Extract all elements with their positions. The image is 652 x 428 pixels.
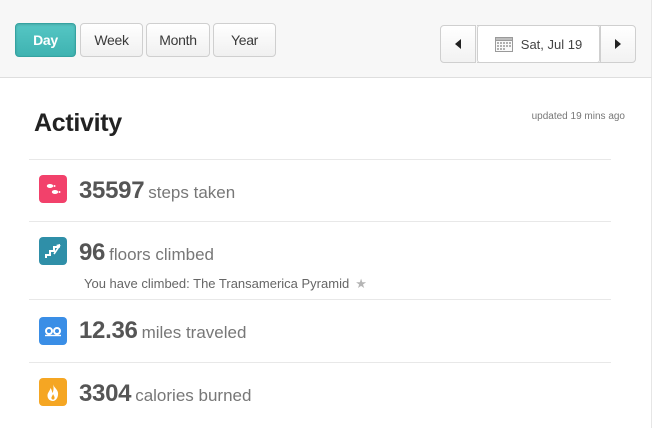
date-picker[interactable]: Sat, Jul 19 <box>477 25 600 63</box>
range-month-button[interactable]: Month <box>146 23 210 57</box>
activity-card: Activity updated 19 mins ago 35597 steps … <box>0 78 652 428</box>
card-title: Activity <box>34 109 122 137</box>
achievement-text: You have climbed: The Transamerica Pyram… <box>84 276 350 291</box>
chevron-right-icon <box>615 39 621 49</box>
star-icon[interactable]: ★ <box>355 276 367 291</box>
distance-label: miles traveled <box>141 323 247 342</box>
chevron-left-icon <box>455 39 461 49</box>
previous-day-button[interactable] <box>440 25 476 63</box>
date-label: Sat, Jul 19 <box>520 36 583 52</box>
stat-row-steps[interactable]: 35597 steps taken <box>29 160 611 222</box>
distance-icon <box>39 317 67 345</box>
flame-icon <box>39 378 67 406</box>
stat-row-calories[interactable]: 3304 calories burned <box>29 363 611 425</box>
calendar-icon <box>494 37 513 52</box>
stat-line-calories: 3304 calories burned <box>79 380 251 408</box>
stat-row-distance[interactable]: 12.36 miles traveled <box>29 300 611 362</box>
steps-label: steps taken <box>148 183 236 202</box>
floors-value: 96 <box>79 239 106 266</box>
range-year-button[interactable]: Year <box>213 23 276 57</box>
stat-line-distance: 12.36 miles traveled <box>79 317 246 345</box>
activity-dashboard: Day Week Month Year Sat, Jul 19 Activity… <box>0 0 652 428</box>
stat-row-floors[interactable]: 96 floors climbed You have climbed: The T… <box>29 222 611 300</box>
toolbar: Day Week Month Year Sat, Jul 19 <box>0 0 652 78</box>
stairs-icon <box>39 237 67 265</box>
steps-value: 35597 <box>79 177 145 204</box>
range-day-button[interactable]: Day <box>15 23 76 57</box>
range-week-button[interactable]: Week <box>80 23 143 57</box>
floors-achievement: You have climbed: The Transamerica Pyram… <box>84 276 367 292</box>
stat-line-floors: 96 floors climbed <box>79 239 214 267</box>
footsteps-icon <box>39 175 67 203</box>
floors-label: floors climbed <box>109 245 214 264</box>
calories-label: calories burned <box>135 386 252 405</box>
updated-timestamp: updated 19 mins ago <box>531 111 625 122</box>
stat-line-steps: 35597 steps taken <box>79 177 235 205</box>
calories-value: 3304 <box>79 380 132 407</box>
distance-value: 12.36 <box>79 317 138 344</box>
next-day-button[interactable] <box>600 25 636 63</box>
